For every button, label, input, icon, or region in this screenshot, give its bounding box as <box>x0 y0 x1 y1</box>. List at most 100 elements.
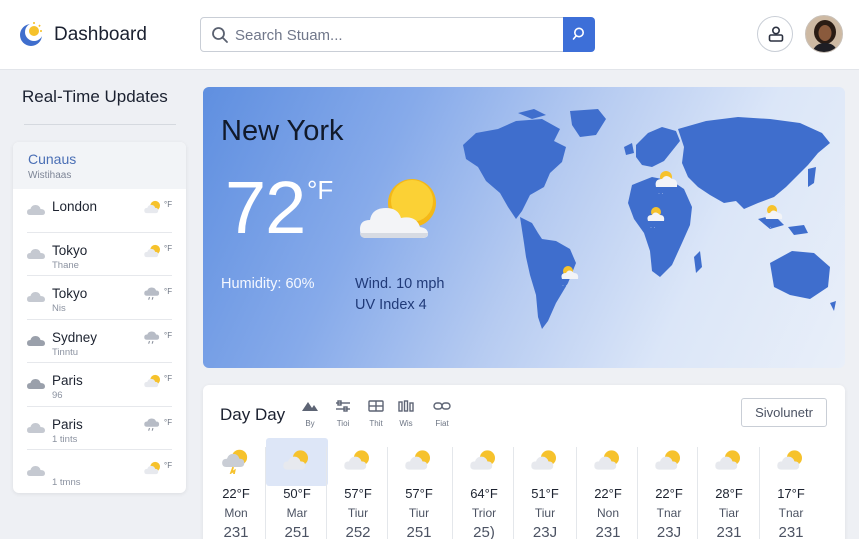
partly-sunny-icon <box>594 450 622 475</box>
forecast-day-label: Non <box>596 506 619 520</box>
rain-cloud-icon <box>144 287 162 306</box>
forecast-card: Day Day By Tioi Thit Wis Fiat Sivolunetr 22°… <box>203 385 845 539</box>
forecast-day-value: 231 <box>223 524 249 539</box>
city-list-item[interactable]: Paris 96 °F <box>27 363 172 407</box>
forecast-temp: 22°F <box>594 486 622 501</box>
forecast-temp: 51°F <box>531 486 559 501</box>
city-temp-unit: °F <box>164 200 173 209</box>
forecast-day-value: 251 <box>406 524 432 539</box>
day-separator <box>513 447 514 539</box>
city-list: London °F Tokyo Thane °F Tokyo Nis °F Sydney Tinn… <box>13 189 186 493</box>
forecast-day[interactable]: 51°F Tiur 23J <box>514 437 576 539</box>
day-separator <box>759 447 760 539</box>
partly-sunny-icon <box>655 450 683 475</box>
city-name: Paris <box>52 373 83 388</box>
city-panel-header: Cunaus Wistihaas <box>13 142 186 189</box>
partly-sunny-icon <box>531 450 559 475</box>
city-name: Paris <box>52 416 83 432</box>
day-separator <box>637 447 638 539</box>
cloud-icon <box>27 203 45 221</box>
city-list-item[interactable]: Tokyo Thane °F <box>27 233 173 276</box>
search-button[interactable] <box>563 17 595 52</box>
day-separator <box>326 447 327 539</box>
link-icon <box>433 399 451 416</box>
city-temp-unit: °F <box>164 461 173 470</box>
toolbar-sliders-button[interactable]: Tioi <box>330 399 356 428</box>
toolbar-bars-button[interactable]: Wis <box>393 399 419 428</box>
forecast-day[interactable]: 22°F Non 231 <box>577 437 639 539</box>
city-list-item[interactable]: London °F <box>27 189 172 233</box>
city-list-item[interactable]: Paris 1 tints °F <box>27 407 172 450</box>
app-title: Dashboard <box>54 24 147 45</box>
cloud-icon <box>27 421 45 439</box>
partly-sunny-icon <box>344 450 372 475</box>
forecast-day-value: 251 <box>284 524 310 539</box>
forecast-day-label: Tiar <box>718 506 740 520</box>
search-input[interactable] <box>235 24 555 46</box>
search-icon <box>212 27 228 43</box>
forecast-day-value: 23J <box>656 524 682 539</box>
forecast-day[interactable]: 28°F Tiar 231 <box>698 437 760 539</box>
toolbar-grid-button[interactable]: Thit <box>363 399 389 428</box>
forecast-day-value: 252 <box>345 524 371 539</box>
forecast-day-label: Tnar <box>778 506 804 520</box>
search-icon <box>572 27 584 40</box>
city-list-item[interactable]: 1 tmns °F <box>27 450 172 493</box>
partly-sunny-icon <box>715 450 743 475</box>
forecast-day[interactable]: 57°F Tiur 252 <box>327 437 389 539</box>
cloud-icon <box>27 377 45 395</box>
city-temp-unit: °F <box>164 243 173 253</box>
cloud-icon <box>27 334 45 352</box>
partly-sunny-icon <box>470 450 498 475</box>
grid-icon <box>367 399 385 416</box>
forecast-action-button[interactable]: Sivolunetr <box>741 398 827 427</box>
search-box[interactable] <box>200 17 564 52</box>
city-list-item[interactable]: Tokyo Nis °F <box>27 276 172 320</box>
forecast-day-label: Tiur <box>347 506 369 520</box>
sun-moon-logo-icon[interactable] <box>18 20 46 48</box>
forecast-temp: 57°F <box>344 486 372 501</box>
avatar[interactable] <box>805 15 843 53</box>
forecast-day-label: Tnar <box>656 506 682 520</box>
forecast-temp: 22°F <box>222 486 250 501</box>
sliders-icon <box>334 399 352 416</box>
city-detail: Thane <box>52 259 79 271</box>
toolbar-link-button[interactable]: Fiat <box>429 399 455 428</box>
cloud-icon <box>27 290 45 308</box>
forecast-day[interactable]: 17°F Tnar 231 <box>760 437 822 539</box>
city-name: Tokyo <box>52 286 88 301</box>
city-name: Sydney <box>52 329 98 345</box>
partly-sunny-icon <box>144 200 162 219</box>
partly-sunny-icon <box>777 450 805 475</box>
day-separator <box>697 447 698 539</box>
forecast-day[interactable]: 64°F Trior 25) <box>453 437 515 539</box>
partly-sunny-icon <box>405 450 433 475</box>
city-list-item[interactable]: Sydney Tinntu °F <box>27 320 172 363</box>
toolbar-label: Wis <box>399 419 413 428</box>
current-city: New York <box>221 115 344 147</box>
user-button[interactable] <box>757 16 793 52</box>
forecast-day-value: 23J <box>532 524 558 539</box>
forecast-day[interactable]: 22°F Tnar 23J <box>638 437 700 539</box>
svg-text:· ·: · · <box>562 283 568 289</box>
city-name: Tokyo <box>52 242 88 258</box>
humidity-label: Humidity: 60% <box>221 276 315 292</box>
city-temp-unit: °F <box>164 374 173 383</box>
forecast-day[interactable]: 22°F Mon 231 <box>205 437 267 539</box>
forecast-temp: 22°F <box>655 486 683 501</box>
sidebar-title: Real-Time Updates <box>22 87 168 106</box>
forecast-day-label: Mar <box>286 506 308 520</box>
forecast-day-value: 231 <box>716 524 742 539</box>
forecast-day[interactable]: 57°F Tiur 251 <box>388 437 450 539</box>
rain-cloud-icon <box>144 417 162 437</box>
forecast-temp: 64°F <box>470 486 498 501</box>
mountain-icon <box>301 399 319 416</box>
toolbar-label: By <box>305 419 315 428</box>
world-map[interactable]: · · · · · · · · <box>458 107 843 337</box>
forecast-day-value: 25) <box>473 524 495 539</box>
toolbar-mountain-button[interactable]: By <box>297 399 323 428</box>
profile-photo-icon <box>806 16 842 52</box>
forecast-day[interactable]: 50°F Mar 251 <box>266 437 328 539</box>
current-temperature: 72 <box>225 166 306 249</box>
forecast-temp: 50°F <box>283 486 311 501</box>
